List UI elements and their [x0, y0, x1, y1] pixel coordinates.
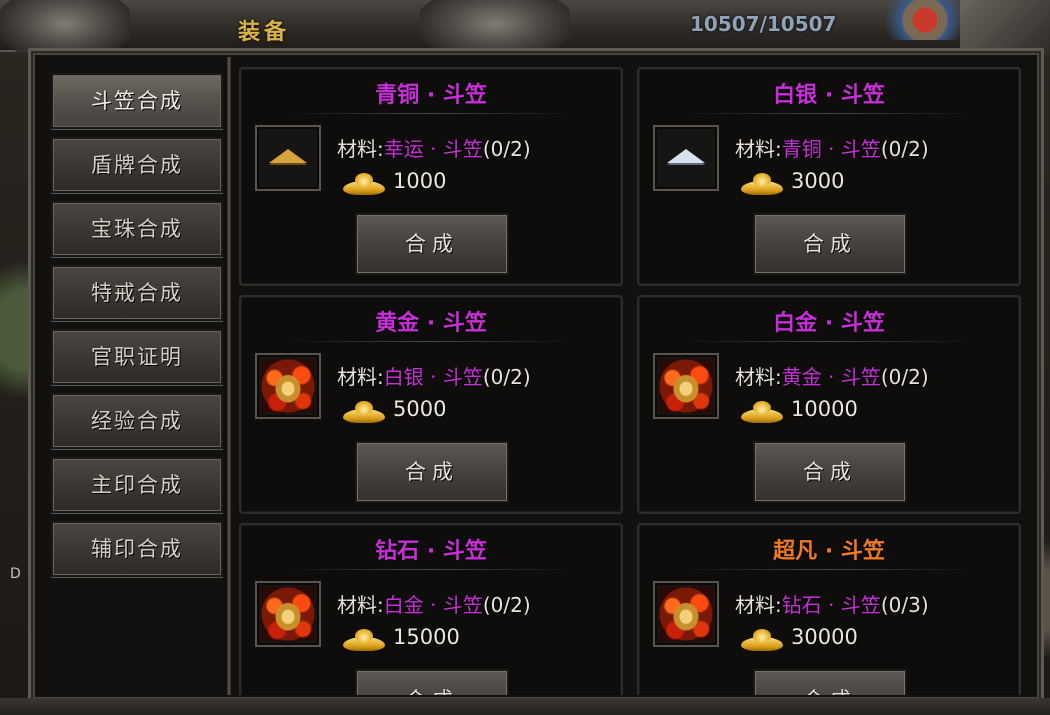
material-label: 材料: — [735, 137, 782, 161]
divider — [227, 57, 231, 695]
material-count: (0/2) — [880, 365, 929, 389]
gold-ingot-icon — [343, 173, 385, 195]
material-count: (0/3) — [880, 593, 929, 617]
material-line: 材料:白银 · 斗笠(0/2) — [337, 361, 531, 390]
equipment-panel: 斗笠合成 盾牌合成 宝珠合成 特戒合成 官职证明 经验合成 主印合成 辅印合成 … — [28, 48, 1044, 704]
material-count: (0/2) — [482, 137, 531, 161]
recipe-title: 钻石 · 斗笠 — [375, 539, 487, 564]
recipe-title: 白金 · 斗笠 — [773, 311, 885, 336]
material-item: 青铜 · 斗笠 — [781, 137, 881, 161]
gold-cost: 3000 — [791, 169, 845, 193]
recipe-title: 青铜 · 斗笠 — [375, 83, 487, 108]
gold-cost: 30000 — [791, 625, 858, 649]
edge-label: D — [10, 566, 21, 582]
sidebar-item-hat-synthesis[interactable]: 斗笠合成 — [51, 73, 223, 129]
material-item: 钻石 · 斗笠 — [781, 593, 881, 617]
craft-button[interactable]: 合成 — [355, 669, 509, 695]
item-slot[interactable] — [653, 581, 719, 647]
gold-cost: 15000 — [393, 625, 460, 649]
material-label: 材料: — [337, 365, 384, 389]
bottom-frame — [0, 698, 1050, 715]
material-item: 黄金 · 斗笠 — [781, 365, 881, 389]
recipe-title: 黄金 · 斗笠 — [375, 311, 487, 336]
material-label: 材料: — [735, 593, 782, 617]
divider — [683, 113, 973, 114]
material-label: 材料: — [337, 593, 384, 617]
gold-ingot-icon — [343, 401, 385, 423]
material-line: 材料:青铜 · 斗笠(0/2) — [735, 133, 929, 162]
craft-button[interactable]: 合成 — [355, 441, 509, 503]
bronze-hat-icon — [269, 149, 307, 163]
material-count: (0/2) — [482, 593, 531, 617]
craft-button[interactable]: 合成 — [355, 213, 509, 275]
craft-button[interactable]: 合成 — [753, 213, 907, 275]
character-portrait-icon[interactable] — [880, 0, 970, 40]
sidebar-item-shield-synthesis[interactable]: 盾牌合成 — [51, 137, 223, 193]
window-title: 装备 — [238, 19, 291, 45]
material-item: 幸运 · 斗笠 — [383, 137, 483, 161]
recipe-title: 超凡 · 斗笠 — [773, 539, 885, 564]
gold-ingot-icon — [741, 173, 783, 195]
material-label: 材料: — [735, 365, 782, 389]
sidebar-item-official-certificate[interactable]: 官职证明 — [51, 329, 223, 385]
sidebar-item-exp-synthesis[interactable]: 经验合成 — [51, 393, 223, 449]
sidebar-item-aux-seal-synthesis[interactable]: 辅印合成 — [51, 521, 223, 577]
divider — [285, 113, 575, 114]
item-slot[interactable] — [255, 125, 321, 191]
item-slot[interactable] — [255, 353, 321, 419]
material-line: 材料:白金 · 斗笠(0/2) — [337, 589, 531, 618]
sidebar-item-main-seal-synthesis[interactable]: 主印合成 — [51, 457, 223, 513]
craft-button[interactable]: 合成 — [753, 441, 907, 503]
diamond-hat-icon — [261, 587, 315, 641]
material-count: (0/2) — [880, 137, 929, 161]
gold-cost: 1000 — [393, 169, 447, 193]
craft-button[interactable]: 合成 — [753, 669, 907, 695]
transcendent-hat-icon — [659, 587, 713, 641]
hp-readout: 10507/10507 — [690, 12, 837, 36]
item-slot[interactable] — [653, 353, 719, 419]
sidebar: 斗笠合成 盾牌合成 宝珠合成 特戒合成 官职证明 经验合成 主印合成 辅印合成 — [45, 63, 227, 693]
divider — [683, 569, 973, 570]
recipe-card: 黄金 · 斗笠 材料:白银 · 斗笠(0/2) 5000 合成 — [239, 295, 623, 514]
gold-cost: 10000 — [791, 397, 858, 421]
material-line: 材料:黄金 · 斗笠(0/2) — [735, 361, 929, 390]
gold-ingot-icon — [741, 629, 783, 651]
recipe-card: 白银 · 斗笠 材料:青铜 · 斗笠(0/2) 3000 合成 — [637, 67, 1021, 286]
item-slot[interactable] — [653, 125, 719, 191]
item-slot[interactable] — [255, 581, 321, 647]
platinum-hat-icon — [659, 359, 713, 413]
divider — [683, 341, 973, 342]
material-line: 材料:幸运 · 斗笠(0/2) — [337, 133, 531, 162]
divider — [285, 569, 575, 570]
sidebar-item-orb-synthesis[interactable]: 宝珠合成 — [51, 201, 223, 257]
material-item: 白银 · 斗笠 — [383, 365, 483, 389]
sidebar-item-ring-synthesis[interactable]: 特戒合成 — [51, 265, 223, 321]
material-line: 材料:钻石 · 斗笠(0/3) — [735, 589, 929, 618]
material-label: 材料: — [337, 137, 384, 161]
recipe-card: 超凡 · 斗笠 材料:钻石 · 斗笠(0/3) 30000 合成 — [637, 523, 1021, 695]
recipe-card: 白金 · 斗笠 材料:黄金 · 斗笠(0/2) 10000 合成 — [637, 295, 1021, 514]
top-frame: 装备 10507/10507 — [0, 0, 1050, 60]
synthesis-grid: 青铜 · 斗笠 材料:幸运 · 斗笠(0/2) 1000 合成 白银 · 斗笠 … — [239, 67, 1031, 695]
gold-ingot-icon — [343, 629, 385, 651]
material-item: 白金 · 斗笠 — [383, 593, 483, 617]
gold-hat-icon — [261, 359, 315, 413]
silver-hat-icon — [667, 149, 705, 163]
gold-ingot-icon — [741, 401, 783, 423]
recipe-card: 青铜 · 斗笠 材料:幸运 · 斗笠(0/2) 1000 合成 — [239, 67, 623, 286]
recipe-card: 钻石 · 斗笠 材料:白金 · 斗笠(0/2) 15000 合成 — [239, 523, 623, 695]
recipe-title: 白银 · 斗笠 — [773, 83, 885, 108]
gold-cost: 5000 — [393, 397, 447, 421]
divider — [285, 341, 575, 342]
frame-ornament-icon — [960, 0, 1050, 55]
material-count: (0/2) — [482, 365, 531, 389]
